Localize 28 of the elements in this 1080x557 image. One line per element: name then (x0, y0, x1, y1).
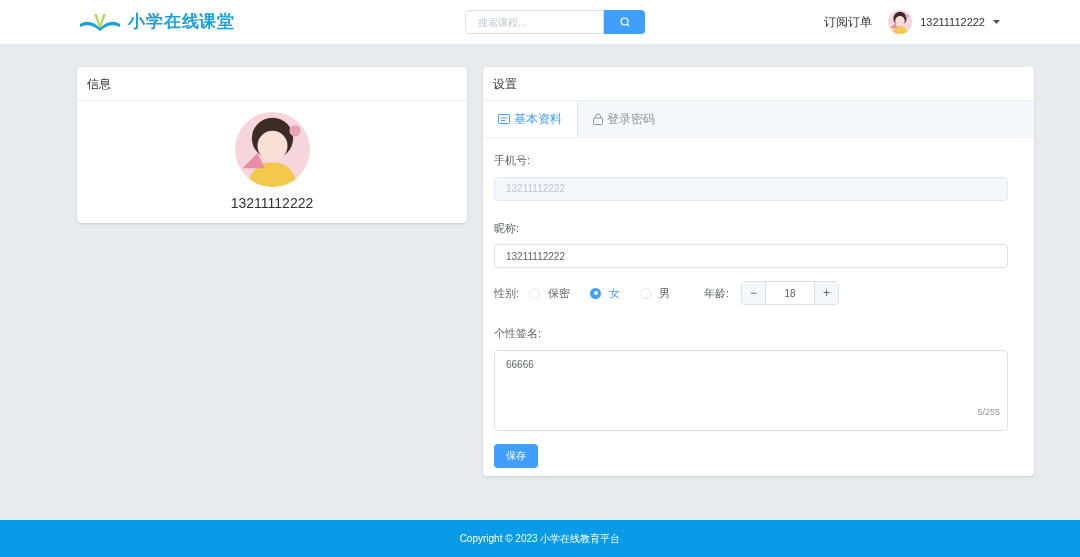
caret-icon[interactable] (993, 19, 1000, 25)
id-card-icon (498, 114, 510, 124)
orders-link[interactable]: 订阅订单 (824, 13, 873, 31)
field-label: 手机号: (494, 153, 532, 168)
lock-icon (593, 113, 603, 125)
signature-field[interactable]: 66666 5/255 (494, 349, 1008, 431)
gender-radio[interactable]: 保密 (529, 284, 571, 302)
signature-text: 66666 (506, 357, 534, 372)
book-logo-icon (80, 12, 120, 32)
increment-button[interactable]: + (814, 282, 839, 304)
nickname-field[interactable]: 13211112222 (494, 244, 1008, 268)
field-label: 昵称: (494, 220, 521, 236)
field-label: 性别: (494, 285, 520, 301)
logo-text: 小学在线课堂 (128, 11, 236, 34)
profile-name: 13211112222 (230, 194, 314, 213)
card-title: 设置 (493, 75, 517, 93)
user-avatar (888, 10, 913, 34)
field-label: 个性签名: (494, 326, 543, 341)
search-icon (619, 17, 630, 27)
gender-radio[interactable]: 男 (640, 284, 671, 302)
card-title: 信息 (87, 75, 111, 93)
copyright-text: Copyright © 2023 小学在线教育平台 (459, 532, 621, 546)
user-name[interactable]: 13211112222 (920, 13, 985, 31)
char-counter: 5/255 (977, 406, 1000, 419)
age-stepper[interactable]: − 18 + (741, 281, 840, 305)
decrement-button[interactable]: − (742, 282, 767, 304)
search-field[interactable]: 搜索课程... (465, 10, 604, 34)
field-label: 年龄: (704, 285, 730, 301)
